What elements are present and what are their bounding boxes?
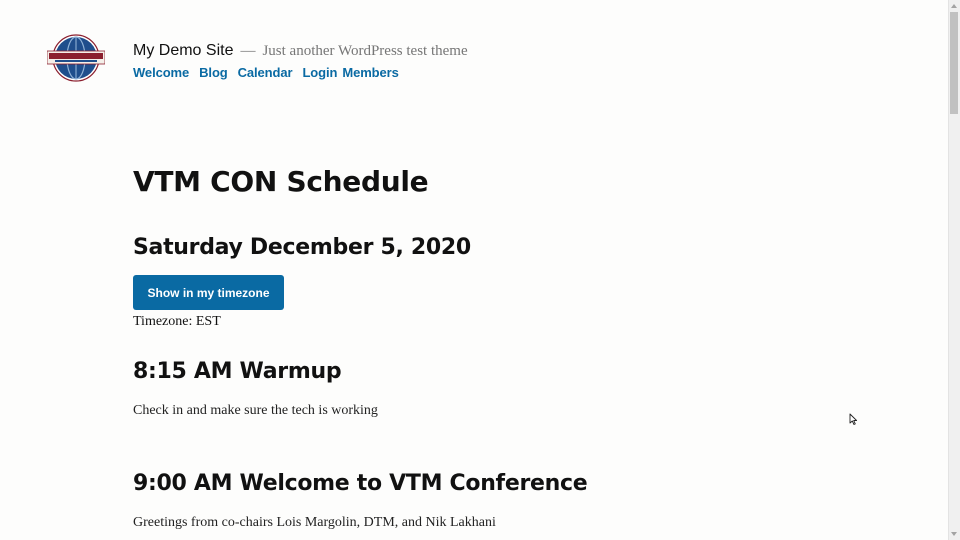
- site-title-separator: —: [240, 43, 256, 59]
- scroll-up-arrow-icon[interactable]: [951, 4, 957, 8]
- session-title: 8:15 AM Warmup: [133, 359, 342, 384]
- site-header: My Demo Site — Just another WordPress te…: [133, 42, 468, 80]
- vertical-scrollbar[interactable]: [948, 0, 960, 540]
- scroll-down-arrow-icon[interactable]: [951, 532, 957, 536]
- page-title: VTM CON Schedule: [133, 165, 429, 198]
- date-heading: Saturday December 5, 2020: [133, 235, 471, 260]
- scrollbar-thumb[interactable]: [950, 12, 958, 114]
- show-in-my-timezone-button[interactable]: Show in my timezone: [133, 275, 284, 310]
- session-description: Check in and make sure the tech is worki…: [133, 403, 378, 418]
- site-title[interactable]: My Demo Site: [133, 42, 233, 60]
- timezone-label: Timezone: EST: [133, 314, 221, 329]
- nav-item-welcome[interactable]: Welcome: [133, 65, 189, 80]
- toastmasters-logo[interactable]: [46, 34, 106, 82]
- nav-item-blog[interactable]: Blog: [199, 65, 228, 80]
- mouse-cursor-icon: [849, 413, 858, 426]
- session-description: Greetings from co-chairs Lois Margolin, …: [133, 515, 496, 530]
- site-description: Just another WordPress test theme: [262, 43, 468, 59]
- site-branding: My Demo Site — Just another WordPress te…: [133, 42, 468, 60]
- session-title: 9:00 AM Welcome to VTM Conference: [133, 471, 588, 496]
- nav-item-members[interactable]: Members: [342, 65, 398, 80]
- primary-nav: Welcome Blog Calendar Login Members: [133, 65, 468, 80]
- nav-item-login[interactable]: Login: [302, 65, 337, 80]
- nav-item-calendar[interactable]: Calendar: [238, 65, 293, 80]
